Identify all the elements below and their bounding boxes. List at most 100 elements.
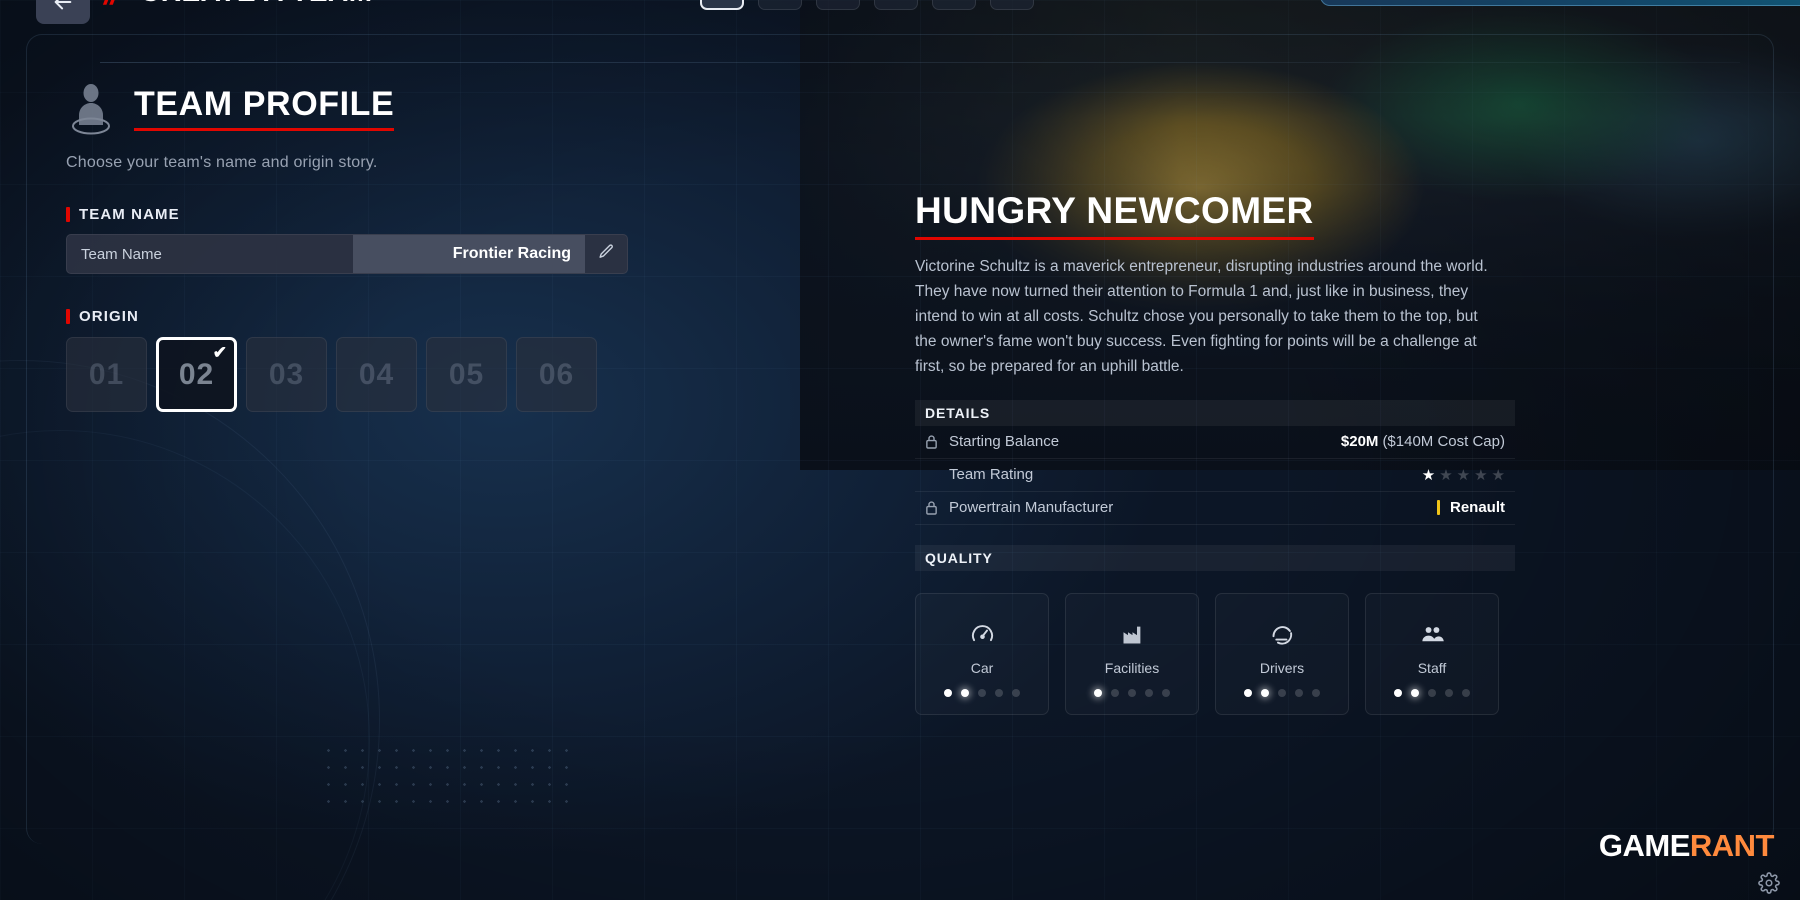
edit-team-name-button[interactable] bbox=[585, 235, 627, 273]
arrow-left-icon bbox=[52, 0, 74, 18]
quality-dot-empty bbox=[1312, 688, 1320, 697]
quality-dot-filled bbox=[944, 688, 952, 697]
team-members-pill[interactable]: Team Members bbox=[1320, 0, 1800, 6]
speedometer-icon bbox=[969, 620, 996, 650]
podium-stand-icon bbox=[829, 0, 848, 5]
star-icon-empty: ★ bbox=[1456, 466, 1471, 484]
starting-balance-amount: $20M bbox=[1340, 433, 1379, 451]
team-name-field-key: Team Name bbox=[81, 245, 162, 263]
quality-card-facilities[interactable]: Facilities bbox=[1065, 592, 1199, 715]
origin-tile[interactable]: 04 bbox=[336, 337, 417, 412]
detail-label: Starting Balance bbox=[949, 433, 1060, 451]
back-button[interactable] bbox=[36, 0, 90, 24]
team-profile-icon bbox=[66, 80, 116, 138]
app-root: // CREATE A TEAM bbox=[0, 0, 1800, 900]
frame-divider-line bbox=[100, 62, 1740, 63]
team-profile-header: TEAM PROFILE bbox=[66, 80, 666, 138]
detail-value: $20M ($140M Cost Cap) bbox=[1341, 433, 1505, 450]
settings-button[interactable] bbox=[1758, 872, 1780, 894]
quality-dot-filled bbox=[1394, 688, 1402, 697]
origin-detail-panel: HUNGRY NEWCOMER Victorine Schultz is a m… bbox=[915, 190, 1515, 715]
check-icon: ✔ bbox=[212, 343, 228, 362]
powertrain-name: Renault bbox=[1449, 499, 1505, 517]
nav-tab-more[interactable] bbox=[932, 0, 976, 10]
quality-card-label: Facilities bbox=[1104, 659, 1160, 676]
quality-dots bbox=[1394, 688, 1470, 697]
quality-dot-filled bbox=[961, 688, 969, 697]
factory-icon bbox=[1119, 620, 1146, 650]
nav-tab-team-members[interactable] bbox=[990, 0, 1034, 10]
origin-tile-label: 06 bbox=[538, 357, 575, 391]
quality-dot-empty bbox=[1128, 688, 1136, 697]
nav-tab-livery[interactable] bbox=[874, 0, 918, 10]
quality-dot-empty bbox=[1012, 688, 1020, 697]
origin-tile-label: 05 bbox=[448, 357, 485, 391]
gamerant-watermark: GAME RANT bbox=[1598, 828, 1775, 864]
origin-tile-grid: 01 ✔ 02 03 04 05 06 bbox=[66, 337, 666, 412]
helmet-icon bbox=[1269, 620, 1296, 650]
origin-tile[interactable]: 05 bbox=[426, 337, 507, 412]
decorative-arc-inner bbox=[0, 430, 370, 900]
origin-tile-label: 03 bbox=[268, 357, 305, 391]
quality-dot-empty bbox=[1445, 688, 1453, 697]
origin-tile-selected[interactable]: ✔ 02 bbox=[156, 337, 237, 412]
people-icon bbox=[1419, 620, 1446, 650]
page-title: CREATE A TEAM bbox=[140, 0, 373, 8]
quality-dots bbox=[944, 688, 1020, 697]
powertrain-accent-bar bbox=[1436, 500, 1440, 516]
quality-dot-empty bbox=[1278, 688, 1286, 697]
origin-tile-label: 02 bbox=[178, 357, 215, 391]
star-icon-empty: ★ bbox=[1474, 466, 1488, 484]
quality-dot-empty bbox=[995, 688, 1003, 697]
quality-card-label: Car bbox=[970, 659, 994, 676]
people-icon bbox=[1003, 0, 1022, 5]
team-name-label-text: TEAM NAME bbox=[79, 206, 180, 223]
team-name-field-row[interactable]: Team Name Frontier Racing bbox=[66, 234, 628, 274]
nav-tab-team-profile[interactable] bbox=[700, 0, 744, 10]
quality-dot-empty bbox=[1111, 688, 1119, 697]
detail-row-starting-balance: Starting Balance $20M ($140M Cost Cap) bbox=[915, 426, 1515, 459]
origin-tile[interactable]: 03 bbox=[246, 337, 327, 412]
shield-icon bbox=[887, 0, 906, 5]
quality-card-staff[interactable]: Staff bbox=[1365, 592, 1499, 715]
quality-card-label: Drivers bbox=[1259, 659, 1305, 676]
quality-dots bbox=[1094, 688, 1170, 697]
origin-tile-label: 01 bbox=[88, 357, 125, 391]
detail-label: Team Rating bbox=[949, 466, 1034, 484]
quality-dot-empty bbox=[978, 688, 986, 697]
star-icon-empty: ★ bbox=[1491, 466, 1505, 484]
quality-dot-empty bbox=[1162, 688, 1170, 697]
quality-card-car[interactable]: Car bbox=[915, 592, 1049, 715]
origin-label-text: ORIGIN bbox=[79, 308, 139, 325]
team-name-input[interactable]: Frontier Racing bbox=[353, 235, 585, 273]
origin-tile[interactable]: 06 bbox=[516, 337, 597, 412]
gear-icon bbox=[1758, 872, 1780, 898]
quality-card-label: Staff bbox=[1417, 659, 1447, 676]
quality-dot-filled bbox=[1244, 688, 1252, 697]
quality-card-grid: Car Facilities Drivers Staff bbox=[915, 592, 1515, 715]
podium-icon bbox=[771, 0, 790, 5]
detail-row-team-rating: Team Rating ★ ★ ★ ★ ★ bbox=[915, 459, 1515, 492]
origin-description: Victorine Schultz is a maverick entrepre… bbox=[915, 258, 1488, 376]
lock-icon bbox=[925, 434, 941, 449]
origin-tile-label: 04 bbox=[358, 357, 395, 391]
star-icon-filled: ★ bbox=[1421, 466, 1436, 484]
origin-label: ORIGIN bbox=[66, 308, 666, 325]
quality-dot-filled bbox=[1411, 688, 1419, 697]
origin-title: HUNGRY NEWCOMER bbox=[915, 190, 1314, 240]
quality-card-drivers[interactable]: Drivers bbox=[1215, 592, 1349, 715]
team-name-label: TEAM NAME bbox=[66, 206, 666, 223]
watermark-part-game: GAME bbox=[1598, 828, 1691, 863]
team-profile-titles: TEAM PROFILE bbox=[134, 86, 395, 132]
detail-label: Powertrain Manufacturer bbox=[949, 499, 1114, 517]
chevron-down-icon bbox=[945, 0, 964, 5]
pencil-icon bbox=[598, 243, 615, 265]
quality-dot-empty bbox=[1145, 688, 1153, 697]
nav-tab-facilities[interactable] bbox=[816, 0, 860, 10]
origin-tile[interactable]: 01 bbox=[66, 337, 147, 412]
f1-slash-logo: // bbox=[104, 0, 119, 12]
nav-tab-podium[interactable] bbox=[758, 0, 802, 10]
helmet-icon bbox=[713, 0, 732, 5]
quality-dot-filled bbox=[1261, 688, 1269, 697]
decorative-dot-field bbox=[320, 742, 570, 812]
